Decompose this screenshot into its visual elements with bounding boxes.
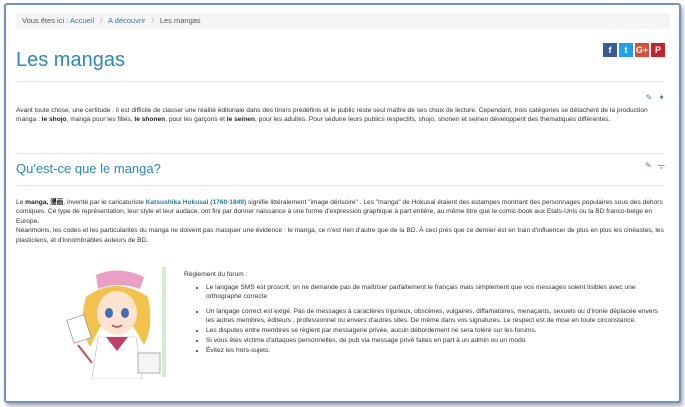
intro-text: , pour les adultes. Pour séduire leurs p…: [255, 116, 611, 124]
manga-definition-paragraph: Le manga, 漫画, inventé par le caricaturis…: [16, 198, 664, 245]
forum-rules-list: Le langage SMS est proscrit, on ne deman…: [184, 283, 664, 355]
divider: [16, 153, 664, 154]
manga-girl-illustration: [66, 267, 166, 379]
list-item: Évitez les hors-sujets.: [206, 346, 664, 355]
intro-bold-shojo: le shojo: [41, 116, 67, 124]
intro-bold-seinen: le seinen: [226, 116, 255, 124]
section-title: Qu'est-ce que le manga?: [16, 161, 161, 176]
definition-text: , inventé par le caricaturiste: [63, 199, 146, 206]
edit-icon[interactable]: ✎: [646, 93, 653, 102]
facebook-icon[interactable]: f: [603, 43, 617, 57]
divider: [16, 185, 664, 186]
intro-bold-shonen: le shonen: [134, 116, 166, 124]
breadcrumb-prefix: Vous êtes ici :: [22, 16, 69, 25]
breadcrumb-discover-link[interactable]: A découvrir: [108, 16, 146, 25]
intro-paragraph: Avant toute chose, une certitude : il es…: [16, 106, 664, 125]
definition-text-2: Néanmoins, les codes et les particularit…: [16, 227, 664, 244]
illustration-border: [162, 267, 166, 377]
breadcrumb-separator: /: [151, 16, 154, 25]
section-tools: ✎ ᯤ: [645, 161, 665, 172]
rss-icon[interactable]: ᯤ: [658, 161, 665, 172]
definition-bold-manga: manga, 漫画: [25, 199, 64, 206]
page-title: Les mangas: [16, 49, 125, 71]
list-item: Les disputes entre membres se règlent pa…: [206, 326, 664, 335]
breadcrumb-separator: /: [100, 16, 103, 25]
googleplus-icon[interactable]: G+: [635, 43, 649, 57]
social-share-bar: f t G+ P: [603, 43, 665, 57]
plus-icon[interactable]: ✦: [658, 93, 665, 102]
list-item: Le langage SMS est proscrit, on ne deman…: [206, 283, 664, 301]
forum-rules-heading: Règlement du forum :: [184, 271, 248, 278]
intro-text: , pour les garçons et: [165, 116, 227, 124]
pinterest-icon[interactable]: P: [651, 43, 665, 57]
divider: [16, 81, 664, 82]
list-item: Un langage correct est exigé. Pas de mes…: [206, 307, 664, 325]
hokusai-link[interactable]: Katsushika Hokusai (1760-1849): [146, 199, 246, 206]
breadcrumb-current: Les mangas: [159, 16, 201, 25]
definition-text: Le: [16, 199, 26, 206]
twitter-icon[interactable]: t: [619, 43, 633, 57]
forum-rules: Règlement du forum : Le langage SMS est …: [184, 270, 664, 356]
breadcrumb: Vous êtes ici : Accueil / A découvrir / …: [16, 13, 670, 29]
intro-text: , manga pour les filles,: [66, 116, 135, 124]
article-tools: ✎ ✦: [646, 93, 665, 102]
browser-frame: Vous êtes ici : Accueil / A découvrir / …: [4, 3, 681, 403]
breadcrumb-home-link[interactable]: Accueil: [70, 16, 94, 25]
list-item: Si vous êtes victime d'attaques personne…: [206, 336, 664, 345]
edit-icon[interactable]: ✎: [645, 161, 652, 172]
